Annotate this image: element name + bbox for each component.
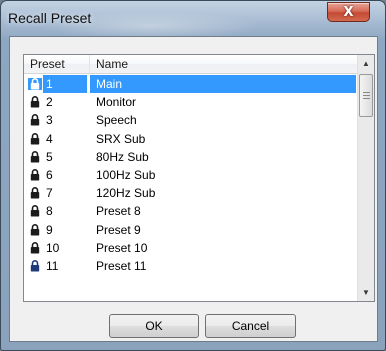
preset-number: 11 — [46, 258, 59, 273]
lock-icon — [28, 259, 42, 272]
preset-number: 9 — [46, 222, 53, 237]
dialog-title: Recall Preset — [8, 10, 92, 26]
list-rows: 1 Main 2 Monitor 3 Speech 4 SRX Sub 5 80Hz Sub 6 10… — [24, 75, 358, 275]
preset-name: Preset 10 — [96, 240, 148, 255]
scroll-down-arrow[interactable]: ▼ — [358, 284, 374, 301]
close-button[interactable]: X — [327, 2, 370, 22]
preset-row[interactable]: 8 Preset 8 — [24, 202, 358, 220]
preset-row[interactable]: 1 Main — [24, 75, 358, 94]
close-icon: X — [343, 4, 354, 20]
preset-name: SRX Sub — [96, 131, 146, 146]
lock-icon — [28, 187, 42, 199]
lock-icon — [28, 169, 42, 181]
lock-icon — [28, 132, 42, 145]
scroll-up-arrow[interactable]: ▲ — [358, 55, 374, 72]
lock-icon — [28, 241, 42, 254]
preset-number: 6 — [46, 168, 53, 183]
column-header-preset[interactable]: Preset — [24, 55, 90, 74]
preset-number: 2 — [46, 95, 53, 110]
column-header-name[interactable]: Name — [90, 55, 358, 74]
preset-name: Monitor — [96, 95, 137, 110]
list-header: Preset Name — [24, 55, 358, 74]
recall-preset-dialog: Recall Preset X Preset Name 1 Main 2 Monito… — [0, 0, 386, 351]
dialog-client-area: Preset Name 1 Main 2 Monitor 3 Speech 4 SRX Sub… — [9, 36, 378, 342]
preset-number: 7 — [46, 186, 53, 201]
lock-icon — [28, 205, 42, 217]
preset-name: Speech — [96, 113, 137, 128]
preset-number: 3 — [46, 113, 53, 128]
preset-row[interactable]: 2 Monitor — [24, 93, 358, 111]
preset-row[interactable]: 10 Preset 10 — [24, 239, 358, 257]
vertical-scrollbar[interactable]: ▲ ▼ — [357, 55, 374, 301]
preset-row[interactable]: 4 SRX Sub — [24, 130, 358, 148]
selection-highlight — [90, 75, 356, 93]
lock-icon — [28, 96, 42, 108]
preset-name: Main — [96, 77, 123, 91]
ok-button[interactable]: OK — [109, 314, 199, 338]
preset-name: 100Hz Sub — [96, 167, 156, 182]
preset-list[interactable]: Preset Name 1 Main 2 Monitor 3 Speech 4 SRX Sub… — [23, 54, 375, 302]
preset-name: Preset 11 — [96, 258, 147, 273]
preset-row[interactable]: 11 Preset 11 — [24, 257, 358, 275]
lock-icon — [28, 78, 42, 91]
preset-number: 4 — [46, 131, 53, 146]
preset-name: 80Hz Sub — [96, 149, 149, 164]
preset-number: 1 — [43, 75, 87, 94]
preset-row[interactable]: 6 100Hz Sub — [24, 166, 358, 184]
preset-row[interactable]: 7 120Hz Sub — [24, 184, 358, 202]
preset-row[interactable]: 3 Speech — [24, 111, 358, 129]
preset-row[interactable]: 9 Preset 9 — [24, 221, 358, 239]
lock-icon — [28, 150, 42, 163]
preset-number: 8 — [46, 204, 53, 219]
preset-number: 10 — [46, 240, 60, 255]
cancel-button[interactable]: Cancel — [205, 314, 296, 338]
lock-icon — [28, 114, 42, 126]
preset-name: 120Hz Sub — [96, 186, 156, 201]
preset-row[interactable]: 5 80Hz Sub — [24, 148, 358, 166]
lock-icon — [28, 223, 42, 236]
grip-icon — [362, 92, 370, 99]
preset-name: Preset 8 — [96, 204, 141, 219]
scroll-thumb[interactable] — [359, 74, 373, 117]
preset-number: 5 — [46, 149, 53, 164]
preset-name: Preset 9 — [96, 222, 141, 237]
